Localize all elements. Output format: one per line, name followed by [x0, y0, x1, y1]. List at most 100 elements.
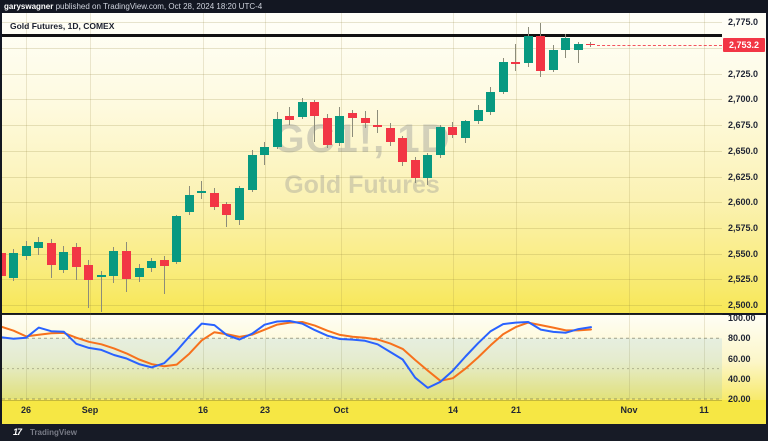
price-gridline: [2, 305, 722, 306]
price-tick: 2,700.0: [728, 94, 758, 104]
time-tick: 11: [699, 405, 709, 415]
price-tick: 2,500.0: [728, 300, 758, 310]
oscillator-tick: 60.00: [728, 354, 751, 364]
candle-body: [59, 252, 68, 271]
candle-body: [197, 191, 206, 193]
time-tick: Oct: [333, 405, 348, 415]
last-price-dashed-line: [597, 45, 722, 46]
candle-body: [172, 216, 181, 262]
time-tick: Nov: [620, 405, 637, 415]
candle-body: [260, 147, 269, 155]
time-tick: 21: [511, 405, 521, 415]
candle-body: [436, 127, 445, 155]
time-tick: 26: [21, 405, 31, 415]
candle-body: [84, 265, 93, 280]
candle-body: [9, 253, 18, 279]
footer-bar: 17 TradingView: [0, 424, 768, 441]
price-tick: 2,525.0: [728, 274, 758, 284]
price-gridline: [2, 74, 722, 75]
candle-body: [511, 62, 520, 64]
price-gridline: [2, 177, 722, 178]
candle-body: [285, 116, 294, 120]
candle-body: [222, 204, 231, 214]
candle-body: [323, 118, 332, 145]
price-tick: 2,725.0: [728, 69, 758, 79]
candle-body: [185, 195, 194, 212]
candle-body: [235, 188, 244, 220]
price-gridline: [2, 48, 722, 49]
tradingview-snapshot: garyswagner published on TradingView.com…: [0, 0, 768, 441]
candle-body: [411, 160, 420, 177]
chart-title: Gold Futures, 1D, COMEX: [10, 21, 114, 31]
candle-wick: [201, 181, 202, 200]
candle-body: [386, 128, 395, 141]
oscillator-tick: 100.00: [728, 313, 756, 323]
time-tick: 23: [260, 405, 270, 415]
published-text: published on TradingView.com, Oct 28, 20…: [53, 2, 262, 11]
candle-body: [423, 155, 432, 178]
candle-body: [97, 275, 106, 277]
time-tick: Sep: [82, 405, 99, 415]
candle-body: [524, 36, 533, 64]
candle-body: [461, 121, 470, 138]
candle-body: [536, 36, 545, 71]
oscillator-tick: 80.00: [728, 333, 751, 343]
candle-body: [135, 268, 144, 277]
last-price-label: 2,753.2: [723, 38, 765, 52]
candle-body: [22, 246, 31, 255]
candle-body: [348, 113, 357, 118]
candle-body: [273, 119, 282, 147]
tradingview-wordmark[interactable]: TradingView: [30, 428, 77, 437]
author-link[interactable]: garyswagner: [4, 2, 53, 11]
candle-body: [561, 38, 570, 50]
price-tick: 2,625.0: [728, 172, 758, 182]
candle-body: [549, 50, 558, 70]
price-gridline: [2, 202, 722, 203]
candle-wick: [515, 44, 516, 71]
price-tick: 2,775.0: [728, 17, 758, 27]
price-gridline: [2, 228, 722, 229]
candle-body: [310, 102, 319, 115]
candle-wick: [377, 110, 378, 134]
price-tick: 2,600.0: [728, 197, 758, 207]
candle-body: [373, 125, 382, 127]
candle-body: [499, 62, 508, 92]
candle-body: [210, 193, 219, 207]
time-tick: 16: [198, 405, 208, 415]
candle-body: [122, 251, 131, 280]
candle-body: [147, 261, 156, 268]
chart-plot-area[interactable]: GC1!, 1D Gold Futures Gold Futures, 1D, …: [2, 13, 722, 424]
oscillator-tick: 20.00: [728, 394, 751, 404]
candle-body: [47, 243, 56, 265]
candle-body: [574, 44, 583, 50]
time-axis-background[interactable]: [2, 400, 722, 424]
price-tick: 2,575.0: [728, 223, 758, 233]
candle-body: [248, 155, 257, 190]
candle-body: [335, 116, 344, 143]
price-gridline: [2, 99, 722, 100]
candle-body: [160, 260, 169, 266]
price-tick: 2,675.0: [728, 120, 758, 130]
price-axis[interactable]: 2,775.0 2,725.0 2,700.0 2,675.0 2,650.0 2,625…: [722, 13, 766, 424]
resistance-trendline: [2, 34, 722, 36]
candle-body: [398, 138, 407, 162]
candle-body: [448, 127, 457, 135]
price-gridline: [2, 279, 722, 280]
price-tick: 2,650.0: [728, 146, 758, 156]
published-bar: garyswagner published on TradingView.com…: [0, 0, 768, 13]
tradingview-logo-icon[interactable]: 17: [13, 427, 21, 437]
time-axis-separator: [2, 400, 722, 401]
price-tick: 2,550.0: [728, 249, 758, 259]
oscillator-tick: 40.00: [728, 374, 751, 384]
candle-body: [2, 253, 6, 277]
candle-body: [109, 251, 118, 277]
time-tick: 14: [448, 405, 458, 415]
candle-body: [34, 242, 43, 248]
candle-body: [361, 118, 370, 123]
pane-separator[interactable]: [2, 314, 722, 315]
price-gridline: [2, 125, 722, 126]
candle-body: [474, 110, 483, 121]
candle-body: [298, 102, 307, 116]
candle-body: [72, 247, 81, 267]
price-gridline: [2, 151, 722, 152]
